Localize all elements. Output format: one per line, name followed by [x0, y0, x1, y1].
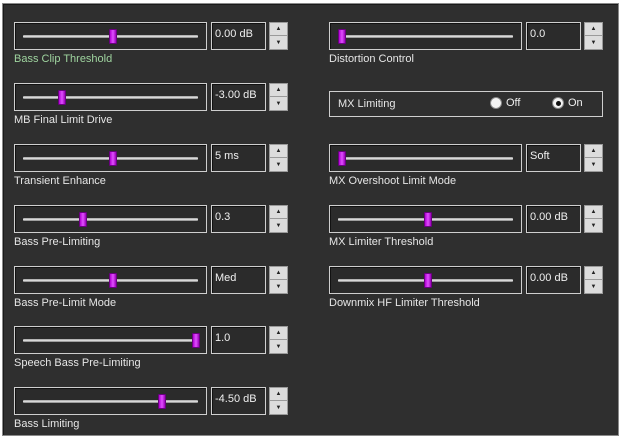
mx-limiter-threshold-value-field[interactable]: 0.00 dB: [526, 205, 581, 233]
mx-overshoot-limit-mode-value-field[interactable]: Soft: [526, 144, 581, 172]
down-arrow-icon[interactable]: ▼: [270, 280, 287, 293]
limiter-settings-panel: 0.00 dB ▲ ▼ Bass Clip Threshold -3.00 dB ▲ ▼ MB…: [2, 3, 619, 436]
mx-overshoot-limit-mode-slider[interactable]: [329, 144, 522, 172]
transient-enhance-slider[interactable]: [14, 144, 207, 172]
up-arrow-icon[interactable]: ▲: [270, 145, 287, 158]
up-arrow-icon[interactable]: ▲: [585, 206, 602, 219]
speech-bass-pre-limiting-value-field[interactable]: 1.0: [211, 326, 266, 354]
downmix-hf-limiter-threshold-slider[interactable]: [329, 266, 522, 294]
mx-limiting-label: MX Limiting: [338, 98, 396, 110]
bass-clip-threshold-spinner[interactable]: ▲ ▼: [269, 22, 288, 50]
slider-track: [338, 157, 513, 160]
radio-off-icon: [490, 97, 502, 109]
slider-thumb[interactable]: [424, 212, 433, 227]
distortion-control-label: Distortion Control: [329, 53, 414, 65]
bass-limiting-label: Bass Limiting: [14, 418, 80, 430]
downmix-hf-limiter-threshold-value-field[interactable]: 0.00 dB: [526, 266, 581, 294]
speech-bass-pre-limiting-slider[interactable]: [14, 326, 207, 354]
slider-track: [23, 400, 198, 403]
up-arrow-icon[interactable]: ▲: [270, 206, 287, 219]
up-arrow-icon[interactable]: ▲: [585, 23, 602, 36]
bass-pre-limit-mode-slider[interactable]: [14, 266, 207, 294]
distortion-control-value-field[interactable]: 0.0: [526, 22, 581, 50]
mx-limiter-threshold-label: MX Limiter Threshold: [329, 236, 434, 248]
slider-thumb[interactable]: [192, 333, 200, 348]
downmix-hf-limiter-threshold-spinner[interactable]: ▲ ▼: [584, 266, 603, 294]
mb-final-limit-drive-label: MB Final Limit Drive: [14, 114, 113, 126]
slider-thumb[interactable]: [109, 29, 118, 44]
bass-pre-limiting-slider[interactable]: [14, 205, 207, 233]
bass-pre-limit-mode-label: Bass Pre-Limit Mode: [14, 297, 117, 309]
bass-pre-limiting-value-field[interactable]: 0.3: [211, 205, 266, 233]
distortion-control-spinner[interactable]: ▲ ▼: [584, 22, 603, 50]
bass-pre-limit-mode-spinner[interactable]: ▲ ▼: [269, 266, 288, 294]
down-arrow-icon[interactable]: ▼: [270, 340, 287, 353]
mx-overshoot-limit-mode-label: MX Overshoot Limit Mode: [329, 175, 457, 187]
slider-thumb[interactable]: [338, 151, 346, 166]
down-arrow-icon[interactable]: ▼: [270, 97, 287, 110]
down-arrow-icon[interactable]: ▼: [585, 36, 602, 49]
bass-clip-threshold-label: Bass Clip Threshold: [14, 53, 113, 65]
mx-limiting-off-label: Off: [506, 97, 521, 109]
transient-enhance-label: Transient Enhance: [14, 175, 106, 187]
mx-limiter-threshold-spinner[interactable]: ▲ ▼: [584, 205, 603, 233]
speech-bass-pre-limiting-spinner[interactable]: ▲ ▼: [269, 326, 288, 354]
slider-track: [338, 35, 513, 38]
up-arrow-icon[interactable]: ▲: [270, 84, 287, 97]
slider-thumb[interactable]: [109, 151, 118, 166]
mx-limiting-on-radio[interactable]: On: [552, 97, 583, 109]
mx-limiting-off-radio[interactable]: Off: [490, 97, 520, 109]
mb-final-limit-drive-slider[interactable]: [14, 83, 207, 111]
down-arrow-icon[interactable]: ▼: [585, 280, 602, 293]
down-arrow-icon[interactable]: ▼: [270, 219, 287, 232]
downmix-hf-limiter-threshold-label: Downmix HF Limiter Threshold: [329, 297, 480, 309]
bass-limiting-spinner[interactable]: ▲ ▼: [269, 387, 288, 415]
up-arrow-icon[interactable]: ▲: [270, 388, 287, 401]
slider-thumb[interactable]: [58, 90, 67, 105]
slider-thumb[interactable]: [158, 394, 167, 409]
mb-final-limit-drive-spinner[interactable]: ▲ ▼: [269, 83, 288, 111]
transient-enhance-value-field[interactable]: 5 ms: [211, 144, 266, 172]
bass-clip-threshold-slider[interactable]: [14, 22, 207, 50]
up-arrow-icon[interactable]: ▲: [270, 267, 287, 280]
mx-limiter-threshold-slider[interactable]: [329, 205, 522, 233]
bass-pre-limit-mode-value-field[interactable]: Med: [211, 266, 266, 294]
slider-thumb[interactable]: [78, 212, 87, 227]
mx-limiting-on-label: On: [568, 97, 583, 109]
radio-on-icon: [552, 97, 564, 109]
slider-track: [23, 96, 198, 99]
up-arrow-icon[interactable]: ▲: [585, 267, 602, 280]
bass-limiting-value-field[interactable]: -4.50 dB: [211, 387, 266, 415]
mx-limiting-group: MX Limiting Off On: [329, 91, 603, 117]
bass-pre-limiting-label: Bass Pre-Limiting: [14, 236, 101, 248]
transient-enhance-spinner[interactable]: ▲ ▼: [269, 144, 288, 172]
speech-bass-pre-limiting-label: Speech Bass Pre-Limiting: [14, 357, 141, 369]
slider-track: [23, 339, 198, 342]
down-arrow-icon[interactable]: ▼: [270, 401, 287, 414]
mx-overshoot-limit-mode-spinner[interactable]: ▲ ▼: [584, 144, 603, 172]
up-arrow-icon[interactable]: ▲: [585, 145, 602, 158]
down-arrow-icon[interactable]: ▼: [585, 219, 602, 232]
down-arrow-icon[interactable]: ▼: [270, 158, 287, 171]
bass-clip-threshold-value-field[interactable]: 0.00 dB: [211, 22, 266, 50]
bass-limiting-slider[interactable]: [14, 387, 207, 415]
down-arrow-icon[interactable]: ▼: [585, 158, 602, 171]
distortion-control-slider[interactable]: [329, 22, 522, 50]
up-arrow-icon[interactable]: ▲: [270, 327, 287, 340]
mb-final-limit-drive-value-field[interactable]: -3.00 dB: [211, 83, 266, 111]
slider-thumb[interactable]: [109, 273, 118, 288]
slider-track: [23, 218, 198, 221]
slider-thumb[interactable]: [424, 273, 433, 288]
slider-thumb[interactable]: [338, 29, 346, 44]
down-arrow-icon[interactable]: ▼: [270, 36, 287, 49]
bass-pre-limiting-spinner[interactable]: ▲ ▼: [269, 205, 288, 233]
up-arrow-icon[interactable]: ▲: [270, 23, 287, 36]
